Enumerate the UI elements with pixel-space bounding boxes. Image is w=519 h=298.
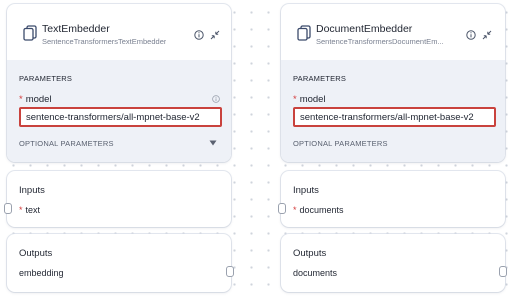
model-label-text: model	[25, 94, 52, 105]
chevron-down-icon[interactable]	[209, 140, 217, 146]
info-icon[interactable]	[194, 30, 204, 40]
input-port-label: * text	[19, 205, 40, 215]
optional-parameters-label[interactable]: OPTIONAL PARAMETERS	[19, 139, 114, 148]
parameters-label: PARAMETERS	[19, 74, 73, 83]
inputs-title: Inputs	[19, 185, 45, 196]
outputs-card: Outputs documents	[281, 234, 505, 292]
input-handle[interactable]	[4, 203, 12, 214]
outputs-title: Outputs	[19, 248, 53, 259]
document-embedder-header-card: DocumentEmbedder SentenceTransformersDoc…	[281, 4, 505, 162]
input-port-label: * documents	[293, 205, 344, 215]
parameters-label: PARAMETERS	[293, 74, 347, 83]
model-label: * model	[19, 94, 52, 105]
output-port-label: embedding	[19, 268, 64, 278]
model-label-text: model	[299, 94, 326, 105]
output-handle[interactable]	[499, 266, 507, 277]
document-embedder-node[interactable]: DocumentEmbedder SentenceTransformersDoc…	[278, 4, 507, 292]
required-marker: *	[293, 205, 297, 215]
required-marker: *	[19, 205, 23, 215]
outputs-card: Outputs embedding	[7, 234, 231, 292]
component-icon	[297, 25, 311, 41]
text-embedder-node[interactable]: TextEmbedder SentenceTransformersTextEmb…	[4, 4, 234, 292]
info-icon[interactable]	[466, 30, 476, 40]
input-port-name: documents	[299, 205, 344, 215]
inputs-title: Inputs	[293, 185, 319, 196]
required-marker: *	[293, 94, 297, 105]
outputs-title: Outputs	[293, 248, 327, 259]
component-icon	[23, 25, 37, 41]
inputs-card: Inputs * documents	[281, 171, 505, 227]
node-subtitle: SentenceTransformersDocumentEm...	[316, 37, 444, 46]
model-input[interactable]	[293, 107, 496, 127]
node-title: TextEmbedder	[42, 23, 110, 35]
text-embedder-header-card: TextEmbedder SentenceTransformersTextEmb…	[7, 4, 231, 162]
collapse-icon[interactable]	[210, 30, 220, 40]
input-port-name: text	[25, 205, 41, 215]
model-input[interactable]	[19, 107, 222, 127]
input-handle[interactable]	[278, 203, 286, 214]
node-subtitle: SentenceTransformersTextEmbedder	[42, 37, 167, 46]
collapse-icon[interactable]	[482, 30, 492, 40]
field-info-icon[interactable]	[212, 95, 220, 103]
inputs-card: Inputs * text	[7, 171, 231, 227]
node-title: DocumentEmbedder	[316, 23, 413, 35]
optional-parameters-label[interactable]: OPTIONAL PARAMETERS	[293, 139, 388, 148]
required-marker: *	[19, 94, 23, 105]
output-port-label: documents	[293, 268, 338, 278]
model-label: * model	[293, 94, 326, 105]
output-handle[interactable]	[226, 266, 234, 277]
